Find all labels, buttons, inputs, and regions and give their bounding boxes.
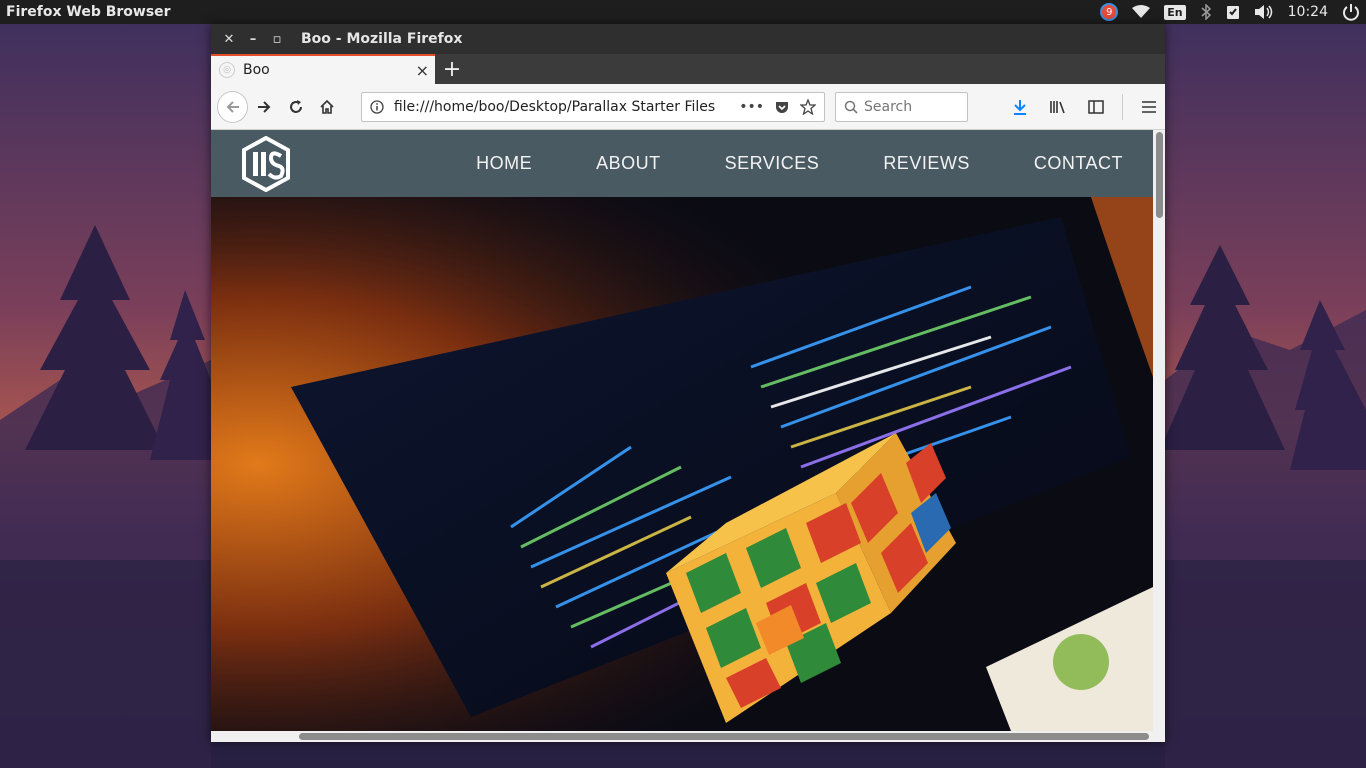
firefox-window: ✕ – ▫ Boo - Mozilla Firefox ◎ Boo × + fi… — [211, 24, 1165, 742]
new-tab-button[interactable]: + — [435, 54, 469, 84]
vertical-scrollbar[interactable] — [1153, 130, 1165, 732]
pocket-icon[interactable] — [774, 99, 790, 115]
search-input[interactable] — [864, 98, 955, 115]
menu-link-reviews[interactable]: REVIEWS — [883, 153, 970, 174]
menu-link-about[interactable]: ABOUT — [596, 153, 661, 174]
active-app-name[interactable]: Firefox Web Browser — [0, 4, 171, 20]
back-button[interactable] — [217, 90, 249, 123]
forward-button[interactable] — [248, 91, 279, 123]
info-icon[interactable] — [370, 99, 384, 114]
clock[interactable]: 10:24 — [1288, 4, 1328, 20]
clipboard-icon[interactable] — [1226, 4, 1240, 20]
window-titlebar: ✕ – ▫ Boo - Mozilla Firefox — [211, 24, 1165, 54]
tab-label: Boo — [243, 62, 270, 78]
navigation-toolbar: file:///home/boo/Desktop/Parallax Starte… — [211, 84, 1165, 130]
search-icon — [844, 100, 858, 114]
vertical-scrollbar-thumb[interactable] — [1156, 132, 1163, 218]
tab-close-button[interactable]: × — [416, 61, 429, 80]
reload-button[interactable] — [280, 91, 311, 123]
tab-favicon-icon: ◎ — [219, 62, 235, 78]
horizontal-scrollbar[interactable] — [211, 731, 1165, 742]
notification-count: 9 — [1100, 3, 1119, 21]
tab-boo[interactable]: ◎ Boo × — [211, 54, 435, 84]
top-panel: Firefox Web Browser 9 En 10:24 — [0, 0, 1366, 24]
page-actions-icon[interactable]: ••• — [739, 99, 764, 115]
url-text[interactable]: file:///home/boo/Desktop/Parallax Starte… — [394, 99, 739, 115]
site-logo[interactable] — [241, 135, 291, 192]
site-menu: HOME ABOUT SERVICES REVIEWS CONTACT — [476, 153, 1123, 174]
power-icon[interactable] — [1342, 3, 1360, 21]
menu-button[interactable] — [1133, 91, 1165, 123]
window-maximize-button[interactable]: ▫ — [265, 32, 289, 47]
site-navbar: HOME ABOUT SERVICES REVIEWS CONTACT — [211, 130, 1153, 197]
download-icon — [1014, 99, 1027, 115]
library-icon — [1050, 100, 1065, 113]
notification-indicator[interactable]: 9 — [1100, 3, 1119, 21]
menu-link-contact[interactable]: CONTACT — [1034, 153, 1123, 174]
toolbar-tools — [1004, 91, 1165, 123]
window-close-button[interactable]: ✕ — [217, 32, 241, 47]
library-button[interactable] — [1042, 91, 1074, 123]
wifi-icon[interactable] — [1132, 5, 1151, 19]
arrow-right-icon — [258, 100, 271, 113]
reload-icon — [289, 99, 302, 113]
keyboard-layout-indicator[interactable]: En — [1164, 4, 1186, 20]
arrow-left-icon — [226, 100, 239, 113]
search-bar[interactable] — [835, 91, 969, 122]
hero-image — [211, 197, 1153, 731]
menu-link-services[interactable]: SERVICES — [725, 153, 820, 174]
url-bar-actions: ••• — [739, 98, 817, 115]
downloads-button[interactable] — [1004, 91, 1036, 123]
bookmark-star-icon[interactable] — [800, 98, 817, 115]
bluetooth-icon[interactable] — [1200, 4, 1212, 20]
hamburger-menu-icon — [1142, 100, 1157, 113]
toolbar-separator — [1122, 93, 1124, 120]
sidebar-icon — [1088, 99, 1104, 114]
home-icon — [320, 99, 334, 114]
horizontal-scrollbar-thumb[interactable] — [299, 733, 1149, 740]
tab-strip: ◎ Boo × + — [211, 54, 1165, 84]
menu-link-home[interactable]: HOME — [476, 153, 532, 174]
system-tray: 9 En 10:24 — [1100, 3, 1366, 21]
sidebar-button[interactable] — [1080, 91, 1112, 123]
volume-icon[interactable] — [1254, 5, 1274, 19]
window-minimize-button[interactable]: – — [241, 32, 265, 47]
url-bar[interactable]: file:///home/boo/Desktop/Parallax Starte… — [360, 91, 826, 122]
page-content: HOME ABOUT SERVICES REVIEWS CONTACT — [211, 130, 1165, 742]
home-button[interactable] — [311, 91, 342, 123]
window-title: Boo - Mozilla Firefox — [301, 31, 463, 47]
